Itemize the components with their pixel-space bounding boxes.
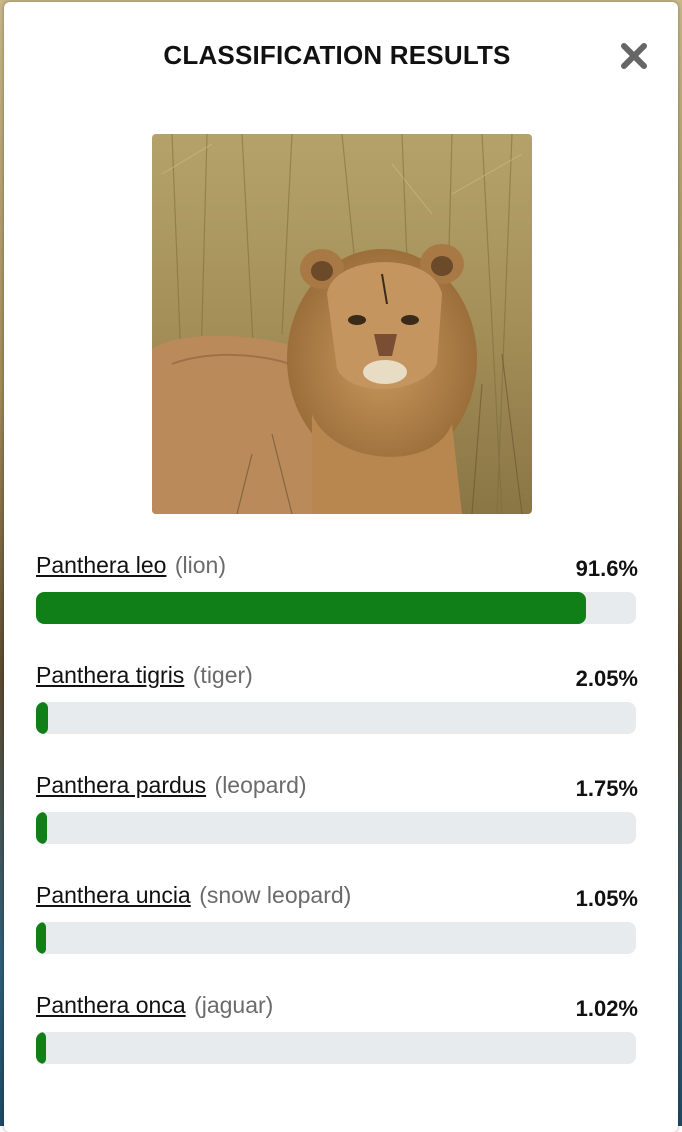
scientific-name-link[interactable]: Panthera uncia — [36, 882, 191, 908]
confidence-bar-fill — [36, 812, 47, 844]
result-row: Panthera uncia (snow leopard) 1.05% — [36, 880, 638, 990]
result-label: Panthera uncia (snow leopard) — [36, 882, 351, 909]
result-header: Panthera onca (jaguar) 1.02% — [36, 990, 638, 1026]
confidence-bar-track — [36, 922, 636, 954]
result-header: Panthera pardus (leopard) 1.75% — [36, 770, 638, 806]
results-list: Panthera leo (lion) 91.6% Panthera tigris … — [36, 550, 638, 1100]
result-row: Panthera leo (lion) 91.6% — [36, 550, 638, 660]
confidence-bar-track — [36, 1032, 636, 1064]
confidence-percent: 91.6% — [575, 556, 638, 581]
confidence-bar-track — [36, 702, 636, 734]
confidence-percent: 2.05% — [575, 666, 638, 691]
confidence-bar-track — [36, 592, 636, 624]
scientific-name-link[interactable]: Panthera onca — [36, 992, 186, 1018]
confidence-bar-fill — [36, 922, 46, 954]
common-name: (snow leopard) — [199, 882, 352, 908]
result-label: Panthera tigris (tiger) — [36, 662, 253, 689]
confidence-percent: 1.75% — [575, 776, 638, 801]
confidence-bar-fill — [36, 592, 586, 624]
result-row: Panthera pardus (leopard) 1.75% — [36, 770, 638, 880]
common-name: (lion) — [174, 552, 227, 578]
dialog-title: CLASSIFICATION RESULTS — [163, 40, 511, 70]
result-row: Panthera tigris (tiger) 2.05% — [36, 660, 638, 770]
result-header: Panthera tigris (tiger) 2.05% — [36, 660, 638, 696]
confidence-bar-track — [36, 812, 636, 844]
result-label: Panthera pardus (leopard) — [36, 772, 307, 799]
classified-photo — [152, 134, 532, 514]
scientific-name-link[interactable]: Panthera leo — [36, 552, 166, 578]
common-name: (tiger) — [192, 662, 253, 688]
confidence-percent: 1.02% — [575, 996, 638, 1021]
confidence-bar-fill — [36, 1032, 46, 1064]
result-label: Panthera leo (lion) — [36, 552, 226, 579]
result-header: Panthera leo (lion) 91.6% — [36, 550, 638, 586]
result-label: Panthera onca (jaguar) — [36, 992, 273, 1019]
confidence-percent: 1.05% — [575, 886, 638, 911]
close-button[interactable] — [618, 40, 650, 72]
classification-dialog: CLASSIFICATION RESULTS Panthera leo (lio… — [4, 2, 678, 1132]
close-icon — [621, 43, 647, 69]
scientific-name-link[interactable]: Panthera tigris — [36, 662, 184, 688]
lion-photo — [152, 134, 532, 514]
common-name: (jaguar) — [194, 992, 274, 1018]
scientific-name-link[interactable]: Panthera pardus — [36, 772, 206, 798]
result-row: Panthera onca (jaguar) 1.02% — [36, 990, 638, 1100]
confidence-bar-fill — [36, 702, 49, 734]
common-name: (leopard) — [214, 772, 307, 798]
result-header: Panthera uncia (snow leopard) 1.05% — [36, 880, 638, 916]
